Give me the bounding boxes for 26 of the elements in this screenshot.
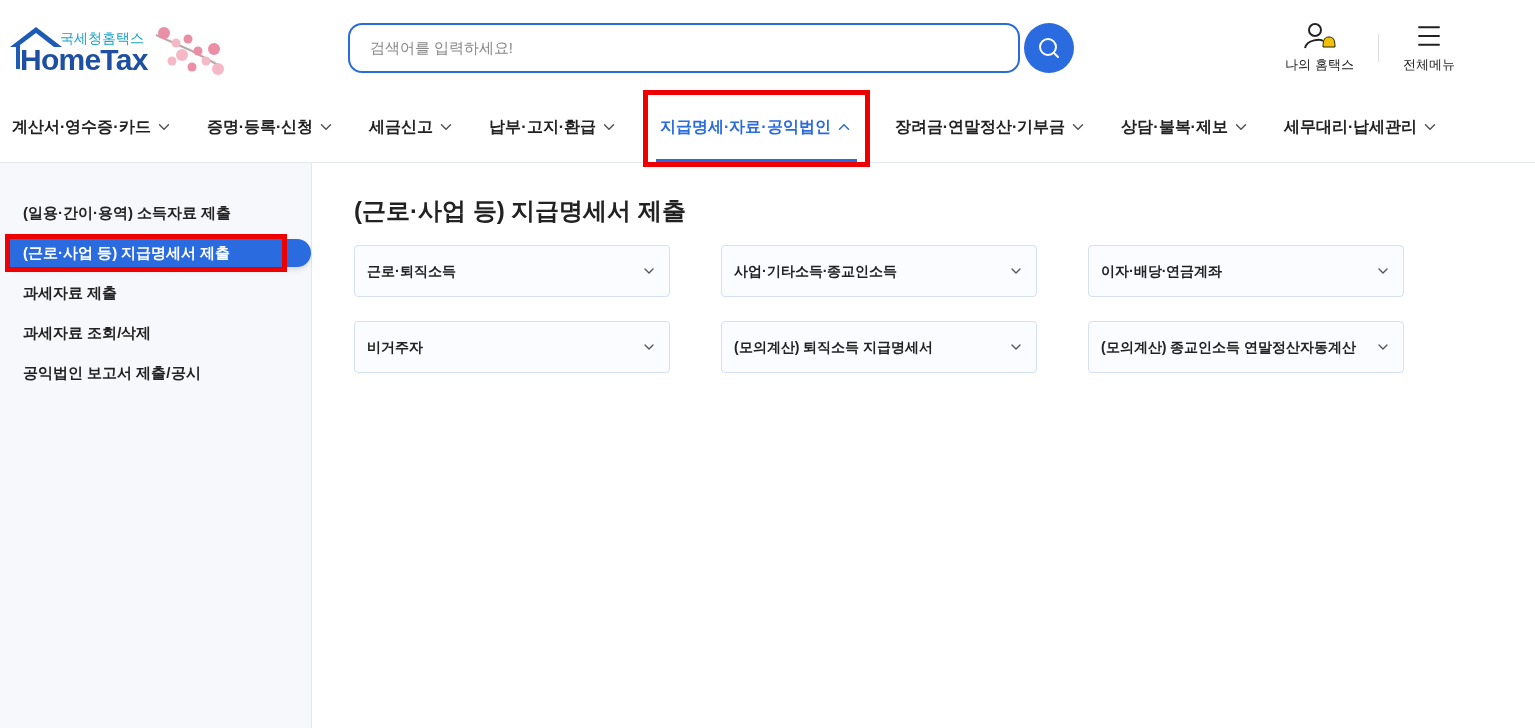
logo-subtitle: 국세청홈택스 <box>59 30 144 45</box>
user-bell-icon <box>1302 20 1337 51</box>
nav-tab[interactable]: 상담·불복·제보 <box>1117 95 1254 162</box>
nav-tab[interactable]: 세무대리·납세관리 <box>1279 95 1444 162</box>
nav-tab[interactable]: 세금신고 <box>365 95 460 162</box>
nav-tab[interactable]: 증명·등록·신청 <box>202 95 340 162</box>
sidebar-item[interactable]: (일용·간이·용역) 소득자료 제출 <box>10 199 282 227</box>
search-button[interactable] <box>1023 22 1074 73</box>
search-icon <box>1036 35 1061 60</box>
accordion-item[interactable]: (모의계산) 퇴직소득 지급명세서 <box>721 321 1037 373</box>
sidebar-item[interactable]: 공익법인 보고서 제출/공시 <box>10 359 282 387</box>
nav-tab[interactable]: 지급명세·자료·공익법인 <box>655 95 857 162</box>
accordion-item[interactable]: 사업·기타소득·종교인소득 <box>721 245 1037 297</box>
nav-tab[interactable]: 장려금·연말정산·기부금 <box>890 95 1092 162</box>
nav-tab[interactable]: 납부·고지·환급 <box>485 95 622 162</box>
header-link[interactable]: 전체메뉴 <box>1403 20 1455 75</box>
accordion-item[interactable]: 근로·퇴직소득 <box>354 245 670 297</box>
header-link[interactable]: 나의 홈택스 <box>1285 20 1354 75</box>
sidebar-item[interactable]: 과세자료 조회/삭제 <box>10 319 282 347</box>
page-title: (근로·사업 등) 지급명세서 제출 <box>354 196 687 226</box>
sidebar-item[interactable]: 과세자료 제출 <box>10 279 282 307</box>
accordion-item[interactable]: 비거주자 <box>354 321 670 373</box>
accordion-item[interactable]: (모의계산) 종교인소득 연말정산자동계산 <box>1088 321 1404 373</box>
accordion-item[interactable]: 이자·배당·연금계좌 <box>1088 245 1404 297</box>
nav-tab[interactable]: 계산서·영수증·카드 <box>8 95 177 162</box>
search-field[interactable]: 검색어를 입력하세요! <box>347 22 1020 73</box>
